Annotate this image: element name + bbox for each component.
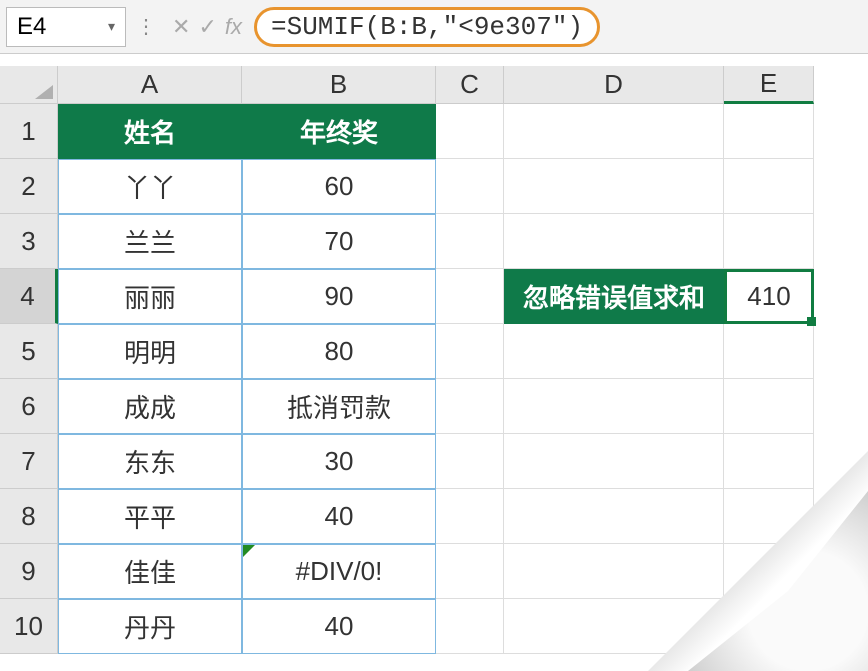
fx-icon[interactable]: fx bbox=[225, 14, 242, 40]
row-6: 6 成成 抵消罚款 bbox=[0, 379, 868, 434]
cell-a10[interactable]: 丹丹 bbox=[58, 599, 242, 654]
cell-c3[interactable] bbox=[436, 214, 504, 269]
cell-e3[interactable] bbox=[724, 214, 814, 269]
cancel-icon[interactable]: ✕ bbox=[172, 14, 190, 40]
cell-a8[interactable]: 平平 bbox=[58, 489, 242, 544]
row-header-7[interactable]: 7 bbox=[0, 434, 58, 489]
cell-b2[interactable]: 60 bbox=[242, 159, 436, 214]
cell-d5[interactable] bbox=[504, 324, 724, 379]
cell-b9[interactable]: #DIV/0! bbox=[242, 544, 436, 599]
cell-d3[interactable] bbox=[504, 214, 724, 269]
cell-b5[interactable]: 80 bbox=[242, 324, 436, 379]
cell-c2[interactable] bbox=[436, 159, 504, 214]
accept-icon[interactable]: ✓ bbox=[198, 14, 216, 40]
row-header-10[interactable]: 10 bbox=[0, 599, 58, 654]
row-header-3[interactable]: 3 bbox=[0, 214, 58, 269]
result-value-cell[interactable]: 410 bbox=[724, 269, 814, 324]
row-header-9[interactable]: 9 bbox=[0, 544, 58, 599]
cell-b7[interactable]: 30 bbox=[242, 434, 436, 489]
row-header-5[interactable]: 5 bbox=[0, 324, 58, 379]
row-header-8[interactable]: 8 bbox=[0, 489, 58, 544]
select-all-corner[interactable] bbox=[0, 66, 58, 104]
column-header-a[interactable]: A bbox=[58, 66, 242, 104]
row-header-4[interactable]: 4 bbox=[0, 269, 58, 324]
cell-c5[interactable] bbox=[436, 324, 504, 379]
name-box-value: E4 bbox=[17, 13, 46, 41]
formula-input[interactable]: =SUMIF(B:B,"<9e307") bbox=[254, 7, 600, 47]
name-box[interactable]: E4 ▾ bbox=[6, 7, 126, 47]
cell-c8[interactable] bbox=[436, 489, 504, 544]
row-3: 3 兰兰 70 bbox=[0, 214, 868, 269]
row-8: 8 平平 40 bbox=[0, 489, 868, 544]
column-header-c[interactable]: C bbox=[436, 66, 504, 104]
cell-a3[interactable]: 兰兰 bbox=[58, 214, 242, 269]
formula-bar: E4 ▾ ⋮ ✕ ✓ fx =SUMIF(B:B,"<9e307") bbox=[0, 0, 868, 54]
cell-b4[interactable]: 90 bbox=[242, 269, 436, 324]
cell-b6[interactable]: 抵消罚款 bbox=[242, 379, 436, 434]
cell-a7[interactable]: 东东 bbox=[58, 434, 242, 489]
cell-a2[interactable]: 丫丫 bbox=[58, 159, 242, 214]
row-4: 4 丽丽 90 忽略错误值求和 410 bbox=[0, 269, 868, 324]
row-5: 5 明明 80 bbox=[0, 324, 868, 379]
cell-c6[interactable] bbox=[436, 379, 504, 434]
chevron-down-icon[interactable]: ▾ bbox=[108, 18, 115, 35]
column-header-e[interactable]: E bbox=[724, 66, 814, 104]
cell-b10[interactable]: 40 bbox=[242, 599, 436, 654]
cell-c10[interactable] bbox=[436, 599, 504, 654]
row-1: 1 姓名 年终奖 bbox=[0, 104, 868, 159]
header-name[interactable]: 姓名 bbox=[58, 104, 242, 159]
cell-e5[interactable] bbox=[724, 324, 814, 379]
cell-c9[interactable] bbox=[436, 544, 504, 599]
cell-a4[interactable]: 丽丽 bbox=[58, 269, 242, 324]
result-label[interactable]: 忽略错误值求和 bbox=[504, 269, 724, 324]
formula-input-wrapper: =SUMIF(B:B,"<9e307") bbox=[254, 7, 862, 47]
row-header-6[interactable]: 6 bbox=[0, 379, 58, 434]
formula-icons: ✕ ✓ fx bbox=[166, 14, 248, 40]
cell-e7[interactable] bbox=[724, 434, 814, 489]
cell-b3[interactable]: 70 bbox=[242, 214, 436, 269]
spreadsheet: A B C D E 1 姓名 年终奖 2 丫丫 60 3 兰兰 70 4 丽丽 … bbox=[0, 66, 868, 654]
row-header-1[interactable]: 1 bbox=[0, 104, 58, 159]
divider: ⋮ bbox=[132, 14, 160, 39]
cell-d6[interactable] bbox=[504, 379, 724, 434]
cell-d8[interactable] bbox=[504, 489, 724, 544]
row-2: 2 丫丫 60 bbox=[0, 159, 868, 214]
cell-e6[interactable] bbox=[724, 379, 814, 434]
column-header-b[interactable]: B bbox=[242, 66, 436, 104]
cell-c7[interactable] bbox=[436, 434, 504, 489]
cell-d7[interactable] bbox=[504, 434, 724, 489]
cell-e2[interactable] bbox=[724, 159, 814, 214]
cell-d9[interactable] bbox=[504, 544, 724, 599]
row-7: 7 东东 30 bbox=[0, 434, 868, 489]
cell-c1[interactable] bbox=[436, 104, 504, 159]
cell-a5[interactable]: 明明 bbox=[58, 324, 242, 379]
cell-d1[interactable] bbox=[504, 104, 724, 159]
header-bonus[interactable]: 年终奖 bbox=[242, 104, 436, 159]
cell-d2[interactable] bbox=[504, 159, 724, 214]
cell-b8[interactable]: 40 bbox=[242, 489, 436, 544]
column-header-d[interactable]: D bbox=[504, 66, 724, 104]
cell-c4[interactable] bbox=[436, 269, 504, 324]
cell-a9[interactable]: 佳佳 bbox=[58, 544, 242, 599]
column-headers-row: A B C D E bbox=[0, 66, 868, 104]
cell-a6[interactable]: 成成 bbox=[58, 379, 242, 434]
row-header-2[interactable]: 2 bbox=[0, 159, 58, 214]
cell-e1[interactable] bbox=[724, 104, 814, 159]
